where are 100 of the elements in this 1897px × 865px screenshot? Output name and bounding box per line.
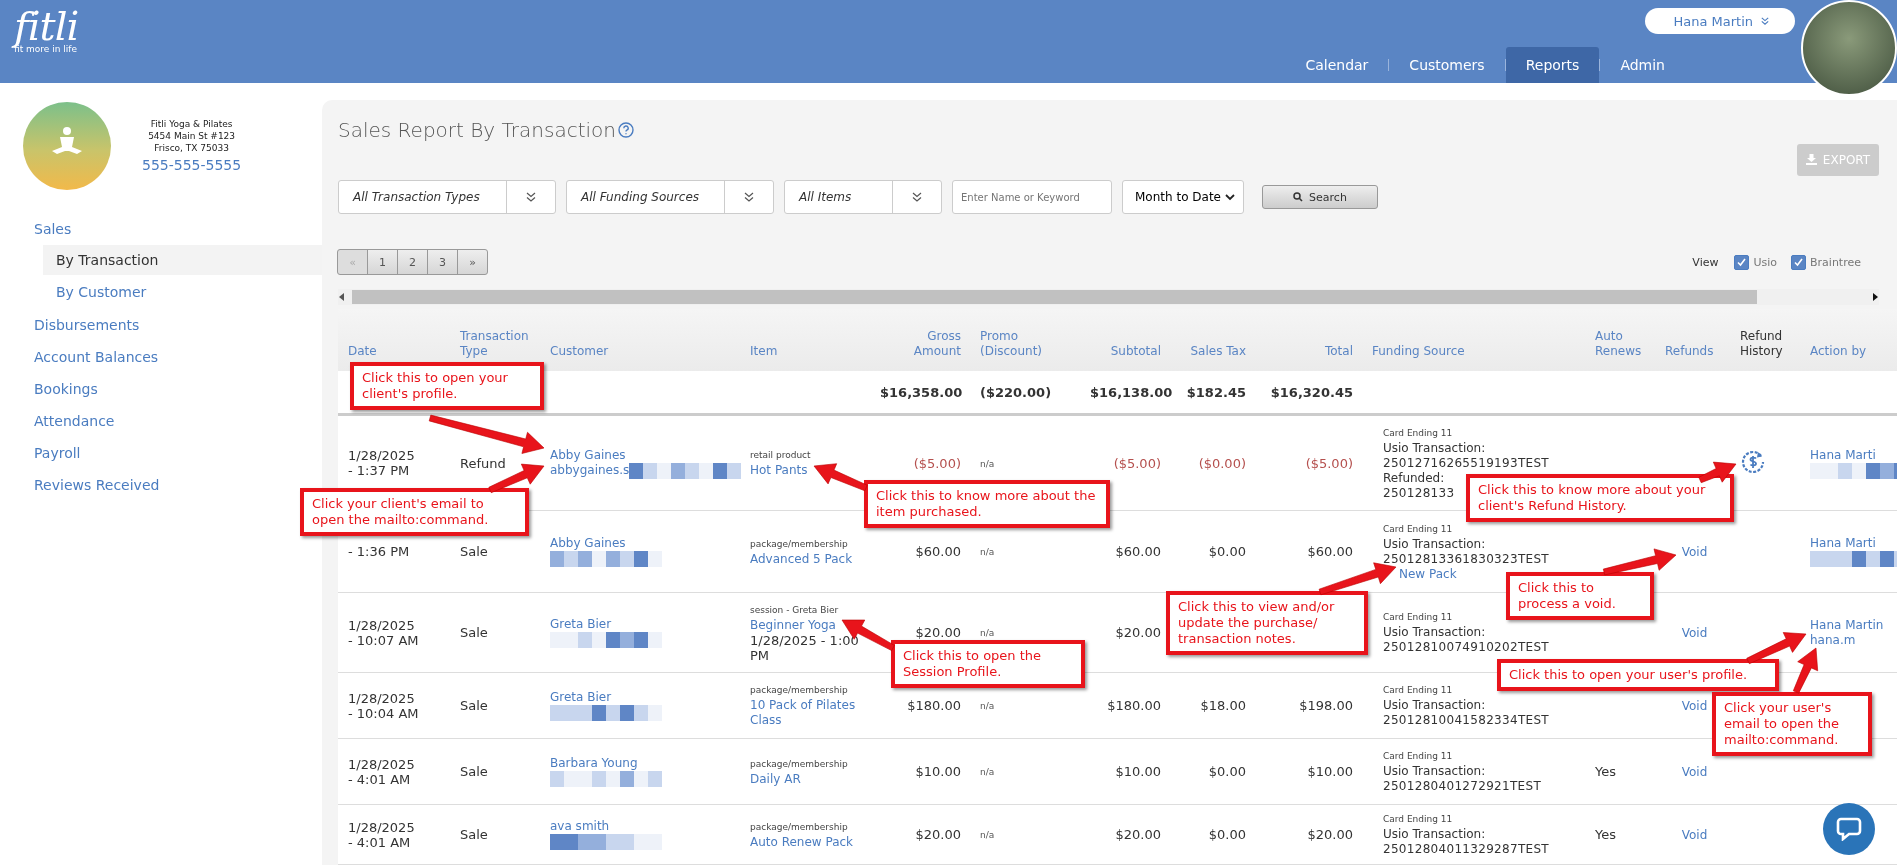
column-header[interactable]: Total [1265, 344, 1353, 359]
sidebar-item[interactable]: Account Balances [0, 341, 322, 373]
transaction-id: 25012813361830323TEST [1383, 551, 1549, 567]
refunded-label: Refunded: [1383, 470, 1445, 486]
customer-link[interactable]: Greta Bier [550, 690, 612, 705]
pagination-button[interactable]: 1 [367, 249, 398, 276]
promo-value: n/a [980, 628, 995, 638]
email-link[interactable]: abbygaines.s [550, 462, 630, 479]
card-info: Card Ending 11 [1383, 611, 1453, 624]
void-link[interactable]: Void [1681, 764, 1708, 779]
date-text: 1/28/2025 [348, 690, 415, 706]
sales-tax-amount: $0.00 [1208, 764, 1246, 779]
column-header[interactable]: Sales Tax [1180, 344, 1246, 359]
filter-dropdown[interactable]: All Transaction Types [338, 180, 556, 215]
sidebar-item[interactable]: By Transaction [43, 245, 322, 275]
refunded-id: 250128133 [1383, 485, 1455, 501]
subtotal-amount: $180.00 [1107, 698, 1161, 713]
item-link[interactable]: Auto Renew Pack [750, 834, 854, 850]
checkbox[interactable] [1791, 254, 1807, 270]
item-link[interactable]: Beginner Yoga [750, 617, 836, 633]
gross-amount: $180.00 [907, 698, 961, 713]
sidebar-item[interactable]: Payroll [0, 437, 322, 469]
total-amount: $20.00 [1307, 827, 1353, 842]
promo-value: n/a [980, 830, 995, 840]
filter-dropdown[interactable]: All Items [784, 180, 942, 215]
refund-history-icon[interactable] [1740, 448, 1766, 475]
sidebar-item[interactable]: Disbursements [0, 309, 322, 341]
user-link[interactable]: Hana Marti [1810, 536, 1876, 551]
customer-link[interactable]: Barbara Young [550, 756, 638, 771]
nav-tab[interactable]: Admin [1600, 47, 1685, 83]
card-info: Card Ending 11 [1383, 684, 1453, 697]
total-amount: $10.00 [1307, 764, 1353, 779]
item-link[interactable]: Daily AR [750, 771, 801, 787]
help-icon[interactable] [617, 121, 634, 138]
transaction-label: Usio Transaction: [1383, 698, 1486, 713]
business-address: Frisco, TX 75033 [154, 143, 229, 153]
user-menu[interactable]: Hana Martin [1645, 8, 1795, 34]
column-header[interactable]: Refunds [1665, 344, 1724, 359]
nav-tab[interactable]: Reports [1505, 47, 1600, 83]
pagination-button[interactable]: 2 [397, 249, 428, 276]
user-link[interactable]: Hana Marti [1810, 447, 1876, 463]
checkbox[interactable] [1734, 254, 1750, 270]
keyword-input-field[interactable]: Enter Name or Keyword [952, 180, 1112, 215]
sidebar-item[interactable]: Sales [0, 213, 322, 245]
sidebar-item[interactable]: By Customer [43, 277, 322, 307]
view-label: View [1692, 255, 1719, 269]
pagination-button[interactable]: 3 [427, 249, 458, 276]
sidebar-item[interactable]: Attendance [0, 405, 322, 437]
subtotal-amount: $10.00 [1115, 764, 1161, 779]
void-link[interactable]: Void [1681, 625, 1708, 640]
double-chevron-icon [744, 192, 754, 203]
void-link[interactable]: Void [1681, 698, 1708, 713]
date-text: 1/28/2025 [348, 617, 415, 633]
horizontal-scrollbar[interactable] [338, 289, 1879, 305]
transaction-type: Sale [460, 764, 488, 779]
auto-renews-value: Yes [1595, 827, 1616, 842]
item-link[interactable]: Advanced 5 Pack [750, 551, 853, 567]
callout-note: Click this to view and/or update the purchase/ transaction notes. [1166, 591, 1368, 655]
transaction-id: 25012810041582334TEST [1383, 713, 1549, 728]
chat-icon [1836, 817, 1862, 841]
item-link[interactable]: 10 Pack of Pilates Class [750, 698, 864, 728]
view-checkbox[interactable]: Braintree [1791, 254, 1861, 270]
total-amount: $16,320.45 [1270, 384, 1353, 400]
pagination-button[interactable]: » [457, 249, 488, 276]
total-gross: $16,358.00 [880, 384, 963, 400]
subtotal-amount: $20.00 [1115, 625, 1161, 640]
gross-amount: ($5.00) [913, 455, 961, 471]
phone-link[interactable]: 555-555-5555 [142, 157, 242, 173]
column-header[interactable]: Subtotal [1090, 344, 1161, 359]
subtotal-amount: $20.00 [1115, 827, 1161, 842]
search-button[interactable]: Search [1262, 185, 1378, 210]
customer-link[interactable]: Abby Gaines [550, 447, 626, 463]
sidebar-item[interactable]: Bookings [0, 373, 322, 405]
callout-note: Click this to open the Session Profile. [891, 640, 1085, 688]
card-info: Card Ending 11 [1383, 522, 1453, 536]
transaction-type: Sale [460, 625, 488, 640]
item-category: retail product [750, 449, 811, 462]
user-email-link[interactable]: hana.m [1810, 632, 1856, 648]
arrow-right-icon[interactable] [1871, 293, 1879, 302]
nav-tab[interactable]: Calendar [1285, 47, 1389, 83]
nav-tab[interactable]: Customers [1389, 47, 1505, 83]
item-category: package/membership [750, 537, 848, 551]
item-link[interactable]: Hot Pants [750, 463, 808, 478]
callout-note: Click this to open your user's profile. [1497, 659, 1779, 691]
customer-link[interactable]: Greta Bier [550, 617, 612, 632]
view-checkbox[interactable]: Usio [1734, 254, 1778, 270]
subtotal-amount: ($5.00) [1113, 455, 1161, 471]
arrow-left-icon[interactable] [338, 293, 346, 302]
customer-link[interactable]: Abby Gaines [550, 536, 626, 551]
user-link[interactable]: Hana Martin [1810, 617, 1884, 633]
total-promo: ($220.00) [980, 384, 1052, 400]
callout-arrow [1698, 461, 1737, 483]
date-range-select[interactable]: Month to Date [1122, 180, 1244, 215]
transaction-note-link[interactable]: New Pack [1399, 566, 1457, 582]
transaction-id: 25012810074910202TEST [1383, 640, 1549, 655]
void-link[interactable]: Void [1681, 544, 1708, 559]
customer-link[interactable]: ava smith [550, 819, 610, 834]
double-chevron-icon [1761, 17, 1769, 25]
void-link[interactable]: Void [1681, 827, 1708, 842]
filter-dropdown[interactable]: All Funding Sources [566, 180, 774, 215]
